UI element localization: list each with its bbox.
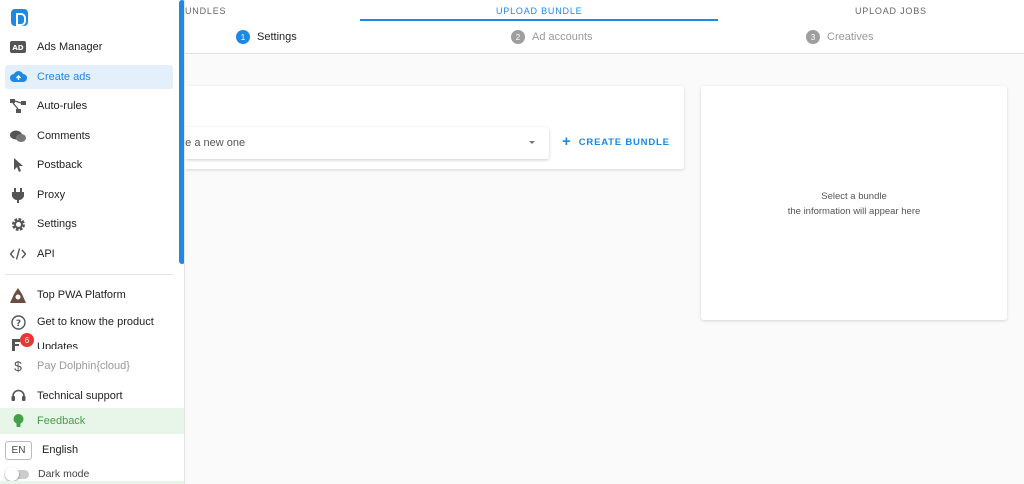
- plug-icon: [9, 186, 27, 204]
- dark-mode-toggle[interactable]: Dark mode: [5, 466, 89, 482]
- sidebar-item-label: Ads Manager: [37, 41, 103, 53]
- create-bundle-label: CREATE BUNDLE: [578, 136, 670, 148]
- sidebar-item-auto-rules[interactable]: Auto-rules: [5, 94, 173, 118]
- language-code: EN: [5, 440, 32, 460]
- sidebar-item-technical-support[interactable]: Technical support: [5, 384, 173, 408]
- ads-manager-icon: AD: [9, 38, 27, 56]
- gear-icon: [9, 215, 27, 233]
- bundle-select-value: ate a new one: [185, 137, 246, 149]
- step-label: Ad accounts: [532, 31, 593, 43]
- sidebar-item-label: Proxy: [37, 189, 66, 201]
- sidebar-item-create-ads[interactable]: Create ads: [5, 65, 173, 89]
- sidebar-item-label: Settings: [37, 218, 77, 230]
- tab-upload-jobs[interactable]: UPLOAD JOBS: [855, 6, 927, 16]
- sidebar-item-get-to-know[interactable]: ? Get to know the product: [5, 310, 173, 334]
- caret-down-icon: [529, 141, 535, 144]
- sidebar-item-label: Comments: [37, 130, 91, 142]
- language-selector[interactable]: EN English: [5, 440, 78, 460]
- headset-icon: [9, 387, 27, 405]
- sidebar-item-label: Get to know the product: [37, 316, 154, 328]
- sidebar-item-comments[interactable]: Comments: [5, 124, 173, 148]
- bundle-select-card: ate a new one + CREATE BUNDLE: [185, 86, 684, 169]
- sidebar-item-pay[interactable]: $ Pay Dolphin{cloud}: [5, 354, 173, 378]
- step-number: 1: [236, 30, 250, 44]
- sidebar-item-label: Postback: [37, 159, 83, 171]
- info-line-2: the information will appear here: [787, 206, 921, 217]
- bundle-info-placeholder: Select a bundle the information will app…: [701, 189, 1007, 219]
- create-bundle-button[interactable]: + CREATE BUNDLE: [562, 133, 670, 150]
- sidebar-item-api[interactable]: API: [5, 242, 173, 266]
- bundle-select[interactable]: ate a new one: [185, 127, 549, 159]
- step-ad-accounts[interactable]: 2 Ad accounts: [511, 30, 593, 44]
- info-line-1: Select a bundle: [821, 191, 887, 202]
- pwa-logo-icon: [9, 286, 27, 304]
- top-bar: UNDLES UPLOAD BUNDLE UPLOAD JOBS 1 Setti…: [185, 0, 1024, 54]
- svg-text:?: ?: [15, 319, 20, 329]
- sidebar-divider: [5, 274, 173, 275]
- lightbulb-icon: [9, 412, 27, 430]
- dark-mode-label: Dark mode: [38, 468, 90, 480]
- updates-icon: 6: [9, 333, 34, 351]
- sidebar-item-top-pwa[interactable]: Top PWA Platform: [5, 283, 173, 307]
- active-tab-indicator: [360, 19, 718, 21]
- step-label: Creatives: [827, 31, 874, 43]
- sidebar-item-postback[interactable]: Postback: [5, 153, 173, 177]
- help-icon: ?: [9, 313, 27, 331]
- dark-mode-switch[interactable]: [5, 466, 29, 481]
- cloud-upload-icon: [9, 68, 27, 86]
- language-label: English: [42, 444, 79, 456]
- sidebar-item-updates[interactable]: 6 Updates: [5, 333, 173, 355]
- sidebar-item-label: Top PWA Platform: [37, 289, 126, 301]
- sidebar-item-label: Updates: [37, 341, 78, 349]
- tab-bundles[interactable]: UNDLES: [185, 6, 226, 16]
- step-creatives[interactable]: 3 Creatives: [806, 30, 873, 44]
- sidebar-item-label: Pay Dolphin{cloud}: [37, 360, 130, 372]
- sidebar-item-settings[interactable]: Settings: [5, 212, 173, 236]
- plus-icon: +: [562, 133, 571, 150]
- bundle-info-card: Select a bundle the information will app…: [701, 86, 1007, 320]
- sidebar-item-label: Auto-rules: [37, 100, 88, 112]
- sidebar-item-ads-manager[interactable]: AD Ads Manager: [5, 35, 173, 59]
- svg-text:AD: AD: [12, 44, 23, 52]
- dolphin-logo-icon[interactable]: [11, 9, 28, 26]
- sidebar-item-label: API: [37, 248, 55, 260]
- comments-icon: [9, 127, 27, 145]
- updates-badge: 6: [20, 333, 34, 347]
- step-number: 2: [511, 30, 525, 44]
- sidebar-item-label: Technical support: [37, 390, 123, 402]
- code-icon: [9, 245, 27, 263]
- sidebar-item-label: Feedback: [37, 415, 86, 427]
- dollar-icon: $: [14, 358, 22, 374]
- sidebar-scrollbar[interactable]: [179, 0, 184, 264]
- auto-rules-icon: [9, 97, 27, 115]
- step-settings[interactable]: 1 Settings: [236, 30, 297, 44]
- sidebar-item-label: Create ads: [37, 71, 91, 83]
- cursor-icon: [9, 156, 27, 174]
- sidebar-item-proxy[interactable]: Proxy: [5, 183, 173, 207]
- step-label: Settings: [257, 31, 297, 43]
- tab-upload-bundle[interactable]: UPLOAD BUNDLE: [496, 6, 582, 16]
- sidebar-item-feedback[interactable]: Feedback: [0, 408, 184, 434]
- step-number: 3: [806, 30, 820, 44]
- sidebar: AD Ads Manager Create ads Auto-rules Com…: [0, 0, 185, 484]
